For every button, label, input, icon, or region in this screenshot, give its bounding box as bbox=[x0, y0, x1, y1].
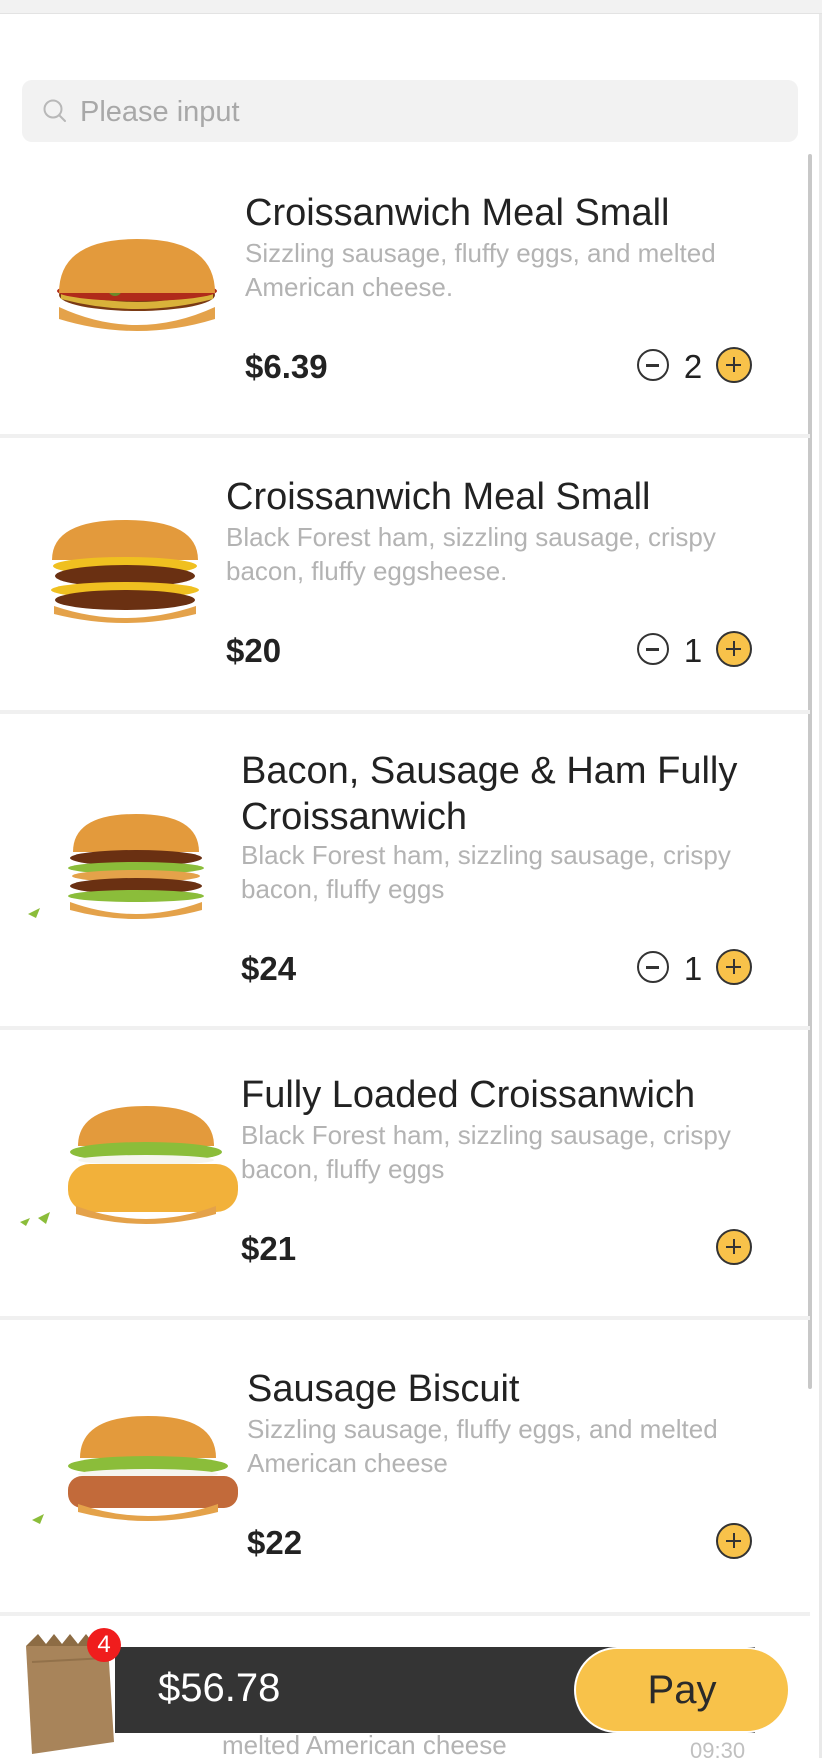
burger-image bbox=[32, 1416, 238, 1524]
item-description: Black Forest ham, sizzling sausage, cris… bbox=[226, 522, 716, 586]
item-price: $21 bbox=[241, 1230, 297, 1267]
search-icon bbox=[43, 99, 66, 122]
item-quantity: 2 bbox=[683, 348, 703, 385]
cart-count-badge: 4 bbox=[87, 1628, 121, 1662]
item-description: Black Forest ham, sizzling sausage, cris… bbox=[241, 840, 731, 904]
item-name: Croissanwich Meal Small bbox=[226, 476, 651, 518]
menu-item[interactable]: Sausage Biscuit Sizzling sausage, fluffy… bbox=[0, 1320, 810, 1612]
menu-item[interactable]: Croissanwich Meal Small Black Forest ham… bbox=[0, 438, 810, 710]
item-description: Black Forest ham, sizzling sausage, cris… bbox=[241, 1120, 731, 1184]
add-to-cart-button[interactable] bbox=[716, 1229, 752, 1265]
item-quantity: 1 bbox=[683, 632, 703, 669]
cart-total: $56.78 bbox=[158, 1666, 281, 1710]
item-divider bbox=[0, 1612, 810, 1616]
increase-quantity-button[interactable] bbox=[716, 949, 752, 985]
menu-item[interactable]: Fully Loaded Croissanwich Black Forest h… bbox=[0, 1030, 810, 1316]
decrease-quantity-button[interactable] bbox=[637, 951, 669, 983]
search-input[interactable] bbox=[78, 80, 782, 144]
decrease-quantity-button[interactable] bbox=[637, 633, 669, 665]
item-description: Sizzling sausage, fluffy eggs, and melte… bbox=[247, 1414, 718, 1478]
menu-item[interactable]: Croissanwich Meal Small Sizzling sausage… bbox=[0, 154, 810, 434]
decrease-quantity-button[interactable] bbox=[637, 349, 669, 381]
item-quantity: 1 bbox=[683, 950, 703, 987]
item-description: Sizzling sausage, fluffy eggs, and melte… bbox=[245, 238, 716, 302]
item-name: Sausage Biscuit bbox=[247, 1368, 520, 1410]
burger-image bbox=[57, 239, 217, 331]
pay-button[interactable]: Pay bbox=[574, 1647, 790, 1733]
menu-item[interactable]: Bacon, Sausage & Ham Fully Croissanwich … bbox=[0, 714, 810, 1026]
item-name: Fully Loaded Croissanwich bbox=[241, 1074, 696, 1116]
increase-quantity-button[interactable] bbox=[716, 347, 752, 383]
increase-quantity-button[interactable] bbox=[716, 631, 752, 667]
item-name: Croissanwich Meal Small bbox=[245, 192, 670, 234]
item-time: 09:30 bbox=[690, 1738, 746, 1763]
burger-image bbox=[28, 814, 204, 919]
item-price: $6.39 bbox=[245, 348, 328, 385]
add-to-cart-button[interactable] bbox=[716, 1523, 752, 1559]
item-price: $22 bbox=[247, 1524, 303, 1561]
top-edge bbox=[0, 0, 822, 14]
item-name: Bacon, Sausage & Ham Fully Croissanwich bbox=[241, 750, 738, 838]
item-description: melted American cheese bbox=[222, 1730, 507, 1760]
item-price: $24 bbox=[241, 950, 297, 987]
burger-image bbox=[20, 1106, 238, 1226]
item-price: $20 bbox=[226, 632, 282, 669]
burger-image bbox=[51, 520, 199, 623]
search-bar[interactable] bbox=[22, 80, 798, 144]
